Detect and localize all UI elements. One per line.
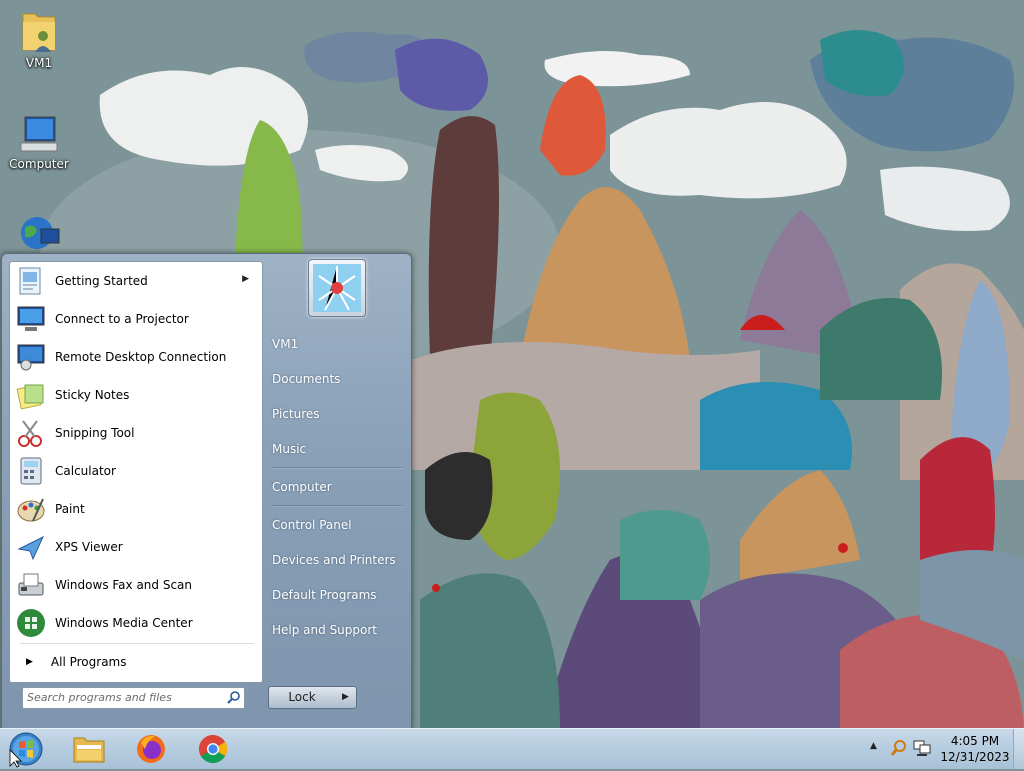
program-getting-started[interactable]: Getting Started ▶	[13, 264, 259, 298]
programs-pane: Getting Started ▶ Connect to a Projector…	[9, 261, 263, 683]
calculator-icon	[20, 457, 42, 485]
sticky-notes-icon	[16, 384, 44, 410]
scissors-icon	[18, 420, 42, 447]
right-item-computer[interactable]: Computer	[272, 480, 332, 494]
program-remote-desktop[interactable]: Remote Desktop Connection	[13, 340, 259, 374]
desktop-icon-label: Computer	[9, 157, 69, 171]
show-desktop-button[interactable]	[1013, 729, 1024, 769]
right-item-music[interactable]: Music	[272, 442, 306, 456]
right-item-default-programs[interactable]: Default Programs	[272, 588, 377, 602]
submenu-arrow-icon[interactable]: ▶	[242, 274, 249, 284]
projector-icon	[17, 306, 45, 331]
right-separator	[272, 467, 402, 469]
program-sticky-notes[interactable]: Sticky Notes	[13, 378, 259, 412]
system-clock[interactable]: 4:05 PM 12/31/2023	[935, 733, 1015, 765]
search-icon[interactable]	[227, 690, 241, 704]
desktop-icon-label: VM1	[25, 56, 53, 70]
windows-logo-icon	[9, 732, 43, 768]
xps-viewer-icon	[17, 535, 45, 561]
folder-icon	[73, 737, 105, 763]
taskbar-chrome[interactable]	[186, 731, 240, 767]
program-media-center[interactable]: Windows Media Center	[13, 606, 259, 640]
desktop-icon-vm1[interactable]: VM1	[4, 8, 74, 70]
action-center-icon[interactable]	[890, 739, 908, 757]
paint-palette-icon	[17, 498, 45, 522]
desktop-icon-network[interactable]	[4, 213, 74, 253]
user-folder-icon	[22, 13, 56, 52]
start-menu: Getting Started ▶ Connect to a Projector…	[1, 253, 412, 730]
getting-started-icon	[19, 267, 41, 295]
shutdown-options-button[interactable]: ▶	[335, 686, 357, 709]
right-item-devices-printers[interactable]: Devices and Printers	[272, 553, 396, 567]
clock-time: 4:05 PM	[950, 734, 1000, 748]
chrome-icon	[199, 735, 227, 763]
right-item-documents[interactable]: Documents	[272, 372, 340, 386]
all-programs-button[interactable]: ▶ All Programs	[20, 651, 127, 673]
chevron-right-icon: ▶	[342, 692, 349, 702]
taskbar-firefox[interactable]	[124, 731, 178, 767]
programs-separator	[20, 643, 254, 644]
media-center-icon	[17, 609, 45, 637]
taskbar-file-explorer[interactable]	[62, 731, 116, 767]
fax-icon	[18, 573, 44, 596]
right-item-help-support[interactable]: Help and Support	[272, 623, 377, 637]
program-connect-projector[interactable]: Connect to a Projector	[13, 302, 259, 336]
program-xps-viewer[interactable]: XPS Viewer	[13, 530, 259, 564]
firefox-icon	[137, 735, 165, 763]
user-picture-icon	[313, 264, 361, 312]
lock-button[interactable]: Lock	[268, 686, 336, 709]
user-picture[interactable]	[308, 259, 366, 317]
expand-arrow-icon: ▶	[26, 657, 33, 667]
computer-icon	[20, 116, 58, 152]
clock-date: 12/31/2023	[940, 750, 1010, 764]
program-snipping-tool[interactable]: Snipping Tool	[13, 416, 259, 450]
network-icon	[21, 217, 60, 249]
right-separator	[272, 505, 402, 507]
remote-desktop-icon	[17, 344, 45, 371]
right-item-pictures[interactable]: Pictures	[272, 407, 320, 421]
show-hidden-icons-arrow-icon[interactable]: ▲	[870, 741, 877, 751]
search-box[interactable]	[22, 687, 245, 709]
program-calculator[interactable]: Calculator	[13, 454, 259, 488]
desktop-icon-computer[interactable]: Computer	[4, 113, 74, 171]
right-item-control-panel[interactable]: Control Panel	[272, 518, 352, 532]
program-paint[interactable]: Paint	[13, 492, 259, 526]
start-button[interactable]	[4, 730, 44, 768]
program-fax-scan[interactable]: Windows Fax and Scan	[13, 568, 259, 602]
taskbar: ▲ 4:05 PM 12/31/2023	[0, 728, 1024, 769]
right-item-vm1[interactable]: VM1	[272, 337, 298, 351]
network-status-icon[interactable]	[912, 739, 932, 757]
search-input[interactable]	[27, 689, 217, 705]
